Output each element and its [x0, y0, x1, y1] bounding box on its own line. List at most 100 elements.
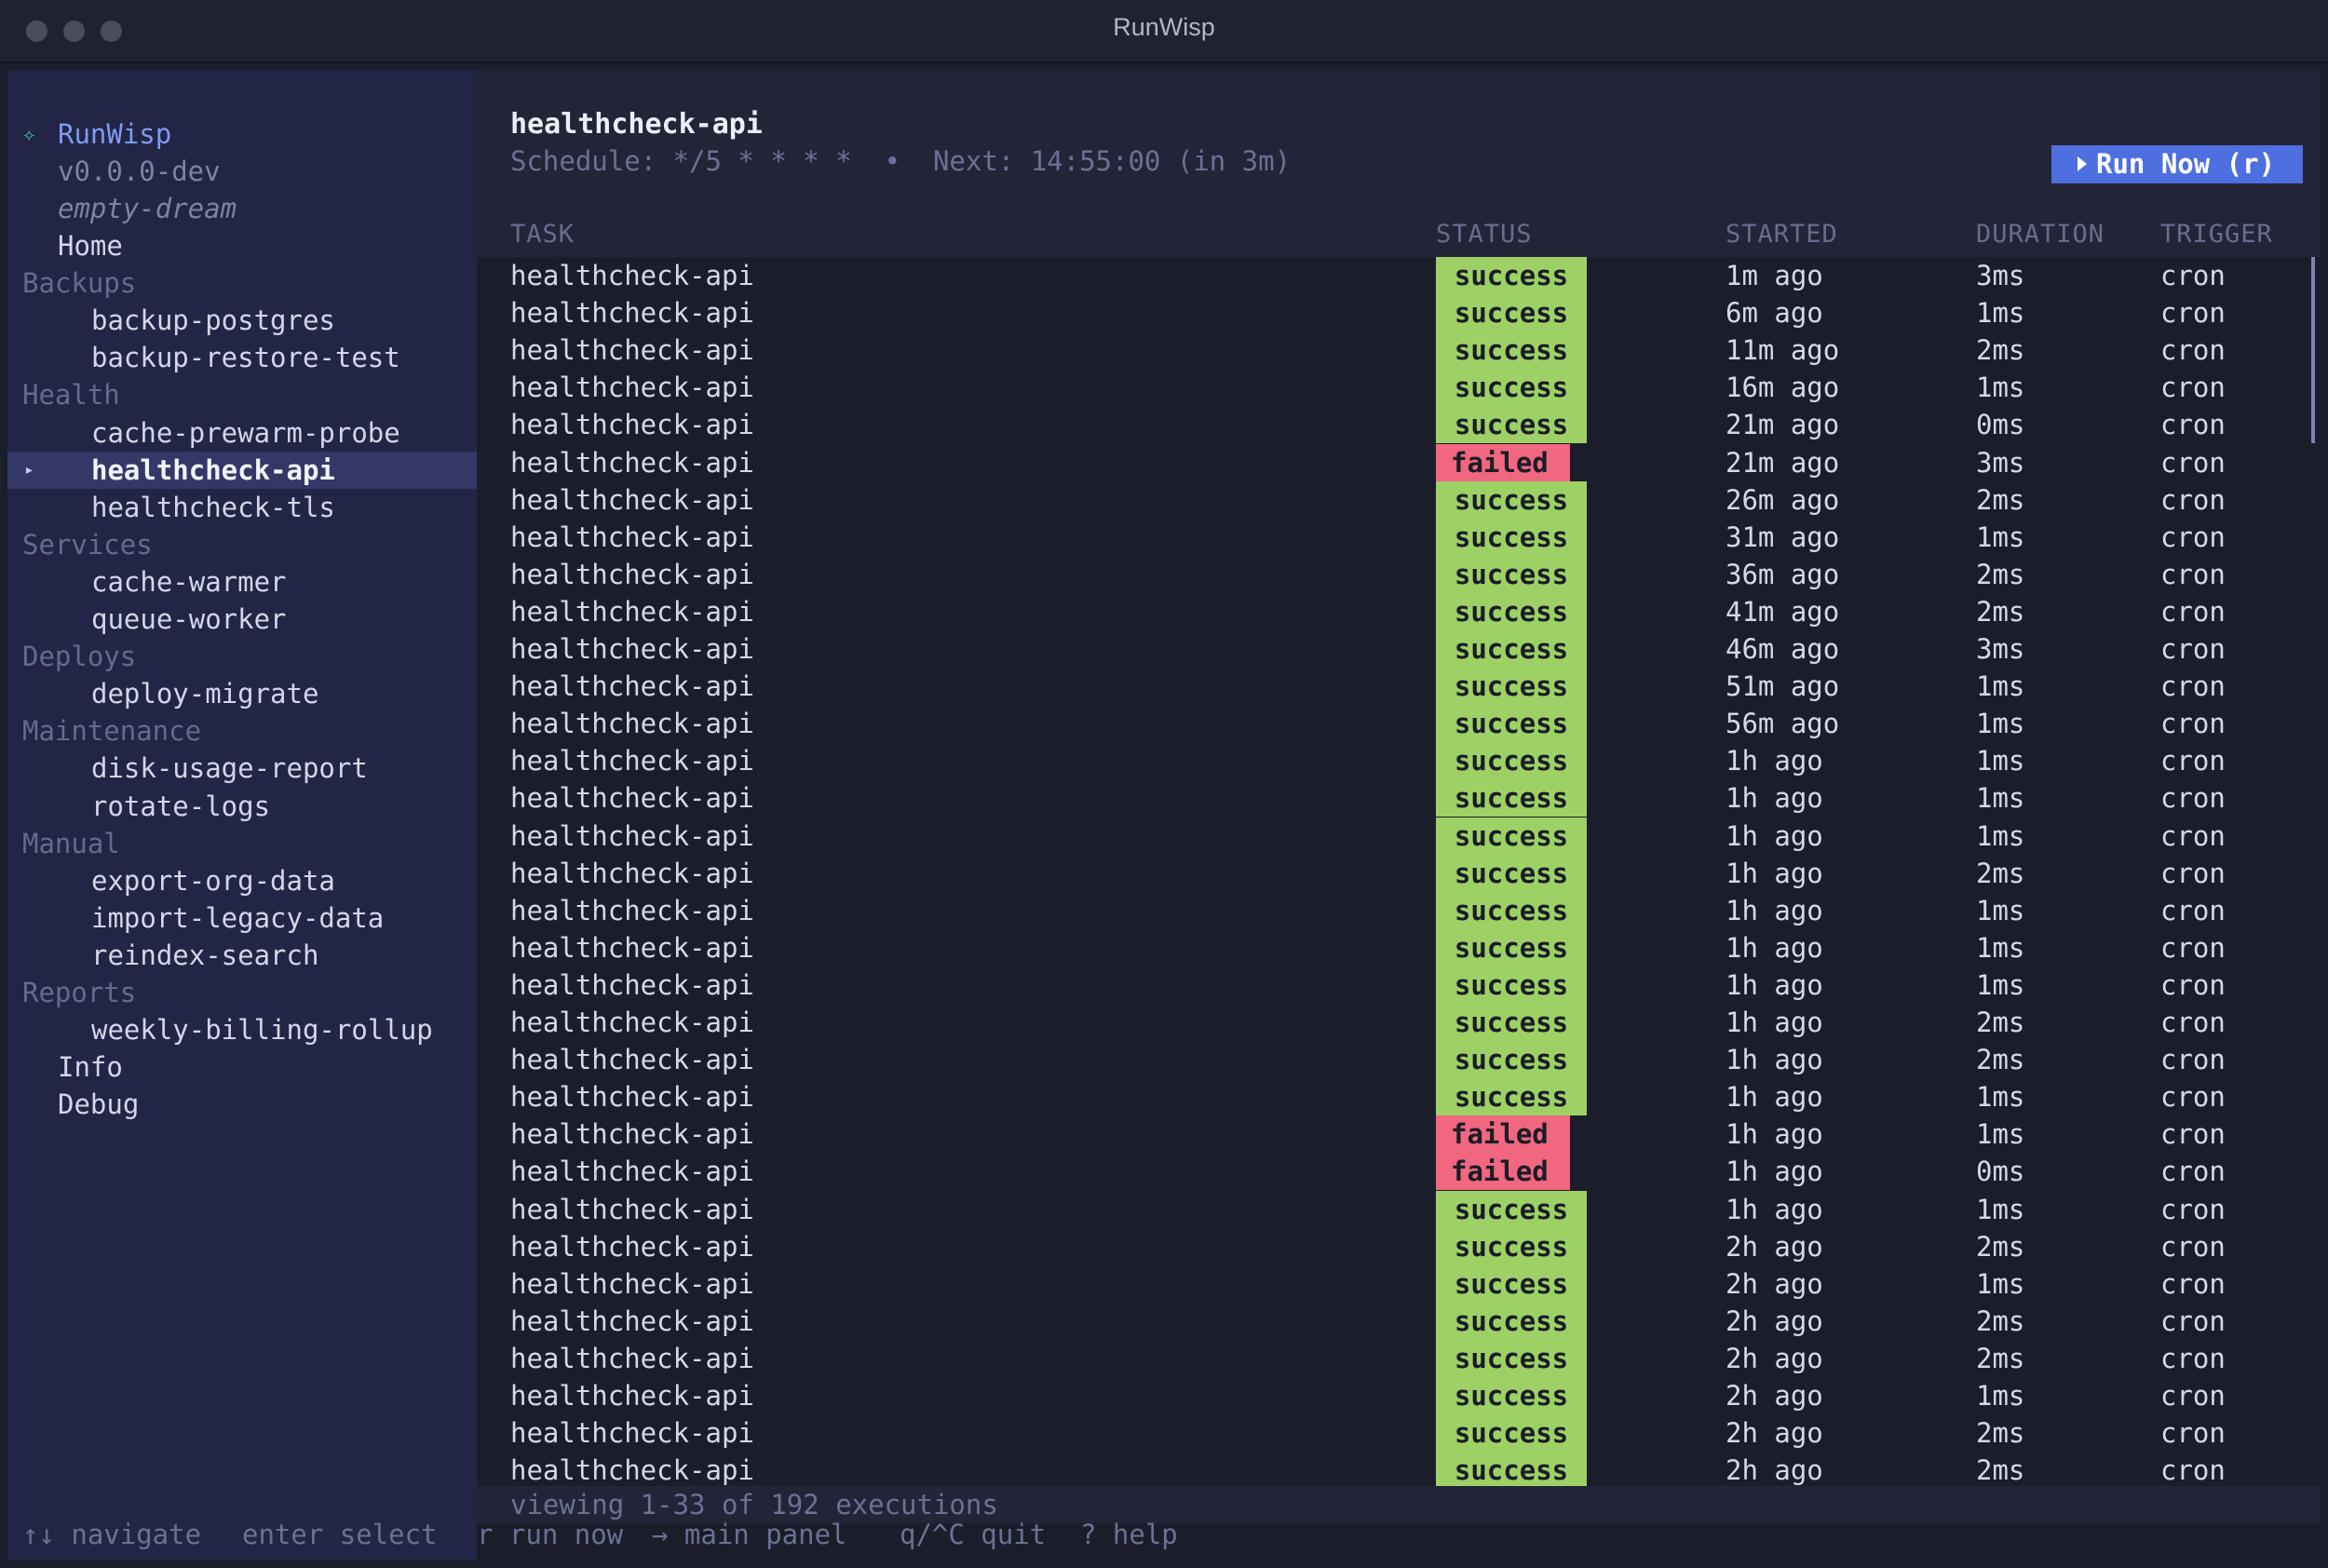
table-row[interactable]: healthcheck-api success 36m ago 2ms cron — [477, 556, 2321, 593]
task-cell: healthcheck-api — [510, 484, 754, 516]
started-cell: 1h ago — [1726, 1007, 1823, 1038]
duration-cell: 1ms — [1976, 782, 2025, 814]
sidebar-item-healthcheck-api[interactable]: ▸ healthcheck-api — [7, 452, 477, 489]
trigger-cell: cron — [2160, 559, 2226, 590]
table-row[interactable]: healthcheck-api success 1h ago 1ms cron — [477, 929, 2321, 966]
table-row[interactable]: healthcheck-api success 56m ago 1ms cron — [477, 705, 2321, 742]
table-row[interactable]: healthcheck-api success 21m ago 0ms cron — [477, 406, 2321, 443]
started-cell: 51m ago — [1726, 670, 1840, 702]
duration-cell: 1ms — [1976, 1380, 2025, 1412]
sidebar-item-cache-prewarm-probe[interactable]: cache-prewarm-probe — [7, 414, 477, 452]
table-row[interactable]: healthcheck-api success 1m ago 3ms cron — [477, 257, 2321, 294]
table-row[interactable]: healthcheck-api success 1h ago 1ms cron — [477, 779, 2321, 817]
duration-cell: 2ms — [1976, 1044, 2025, 1075]
table-row[interactable]: healthcheck-api success 31m ago 1ms cron — [477, 519, 2321, 556]
trigger-cell: cron — [2160, 1305, 2226, 1337]
table-row[interactable]: healthcheck-api success 1h ago 1ms cron — [477, 966, 2321, 1004]
sidebar-item-cache-warmer[interactable]: cache-warmer — [7, 563, 477, 601]
trigger-cell: cron — [2160, 858, 2226, 889]
table-row[interactable]: healthcheck-api success 1h ago 1ms cron — [477, 892, 2321, 929]
key-hint: r run now — [477, 1519, 624, 1550]
table-row[interactable]: healthcheck-api success 2h ago 2ms cron — [477, 1452, 2321, 1489]
status-badge: success — [1436, 779, 1587, 817]
duration-cell: 2ms — [1976, 559, 2025, 590]
table-row[interactable]: healthcheck-api success 1h ago 1ms cron — [477, 1191, 2321, 1228]
sidebar-item-export-org-data[interactable]: export-org-data — [7, 862, 477, 899]
table-row[interactable]: healthcheck-api success 11m ago 2ms cron — [477, 331, 2321, 369]
started-cell: 2h ago — [1726, 1231, 1823, 1263]
duration-cell: 1ms — [1976, 895, 2025, 926]
sidebar-label: Reports — [22, 977, 137, 1008]
sidebar-item-weekly-billing-rollup[interactable]: weekly-billing-rollup — [7, 1011, 477, 1048]
started-cell: 36m ago — [1726, 559, 1840, 590]
trigger-cell: cron — [2160, 782, 2226, 814]
table-row[interactable]: healthcheck-api success 51m ago 1ms cron — [477, 668, 2321, 705]
table-row[interactable]: healthcheck-api success 1h ago 1ms cron — [477, 818, 2321, 855]
table-row[interactable]: healthcheck-api success 2h ago 1ms cron — [477, 1377, 2321, 1414]
table-row[interactable]: healthcheck-api success 41m ago 2ms cron — [477, 593, 2321, 630]
started-cell: 1m ago — [1726, 260, 1823, 291]
task-cell: healthcheck-api — [510, 559, 754, 590]
sidebar-item-disk-usage-report[interactable]: disk-usage-report — [7, 750, 477, 787]
started-cell: 1h ago — [1726, 782, 1823, 814]
sidebar-item-import-legacy-data[interactable]: import-legacy-data — [7, 899, 477, 937]
started-cell: 11m ago — [1726, 334, 1840, 366]
trigger-cell: cron — [2160, 1417, 2226, 1449]
table-row[interactable]: healthcheck-api success 16m ago 1ms cron — [477, 369, 2321, 406]
task-cell: healthcheck-api — [510, 596, 754, 628]
task-cell: healthcheck-api — [510, 708, 754, 739]
table-row[interactable]: healthcheck-api success 1h ago 1ms cron — [477, 742, 2321, 779]
task-cell: healthcheck-api — [510, 670, 754, 702]
table-row[interactable]: healthcheck-api success 2h ago 2ms cron — [477, 1303, 2321, 1340]
status-badge: success — [1436, 294, 1587, 331]
task-cell: healthcheck-api — [510, 297, 754, 329]
trigger-cell: cron — [2160, 1044, 2226, 1075]
duration-cell: 0ms — [1976, 1156, 2025, 1187]
table-row[interactable]: healthcheck-api success 6m ago 1ms cron — [477, 294, 2321, 331]
table-row[interactable]: healthcheck-api success 2h ago 2ms cron — [477, 1340, 2321, 1377]
sidebar-item-reindex-search[interactable]: reindex-search — [7, 937, 477, 974]
table-row[interactable]: healthcheck-api success 1h ago 2ms cron — [477, 855, 2321, 892]
sidebar-item-home[interactable]: Home — [7, 227, 477, 264]
task-cell: healthcheck-api — [510, 1380, 754, 1412]
sidebar-item-queue-worker[interactable]: queue-worker — [7, 601, 477, 638]
trigger-cell: cron — [2160, 1380, 2226, 1412]
trigger-cell: cron — [2160, 334, 2226, 366]
status-badge: failed — [1436, 444, 1570, 481]
key-hint: ↑↓ navigate — [22, 1519, 202, 1550]
duration-cell: 3ms — [1976, 633, 2025, 665]
table-row[interactable]: healthcheck-api success 1h ago 1ms cron — [477, 1078, 2321, 1115]
table-row[interactable]: healthcheck-api success 26m ago 2ms cron — [477, 481, 2321, 519]
table-row[interactable]: healthcheck-api success 2h ago 1ms cron — [477, 1265, 2321, 1303]
duration-cell: 2ms — [1976, 484, 2025, 516]
table-scrollbar[interactable] — [2311, 257, 2315, 443]
table-row[interactable]: healthcheck-api success 46m ago 3ms cron — [477, 630, 2321, 668]
sidebar-item-debug[interactable]: Debug — [7, 1086, 477, 1123]
run-now-button[interactable]: Run Now (r) — [2051, 145, 2303, 183]
sidebar-item-info[interactable]: Info — [7, 1048, 477, 1086]
trigger-cell: cron — [2160, 1454, 2226, 1486]
table-row[interactable]: healthcheck-api success 2h ago 2ms cron — [477, 1414, 2321, 1452]
status-badge: success — [1436, 1228, 1587, 1265]
task-cell: healthcheck-api — [510, 447, 754, 479]
sidebar-item-backup-restore-test[interactable]: backup-restore-test — [7, 339, 477, 376]
sidebar-item-deploy-migrate[interactable]: deploy-migrate — [7, 675, 477, 712]
table-row[interactable]: healthcheck-api failed 21m ago 3ms cron — [477, 444, 2321, 481]
table-row[interactable]: healthcheck-api success 2h ago 2ms cron — [477, 1228, 2321, 1265]
started-cell: 31m ago — [1726, 521, 1840, 553]
status-badge: success — [1436, 519, 1587, 556]
table-row[interactable]: healthcheck-api failed 1h ago 1ms cron — [477, 1115, 2321, 1153]
instance-row: empty-dream — [7, 190, 477, 227]
status-badge: success — [1436, 1414, 1587, 1452]
task-cell: healthcheck-api — [510, 372, 754, 403]
duration-cell: 1ms — [1976, 1194, 2025, 1225]
sidebar-label: rotate-logs — [91, 791, 271, 822]
sidebar-item-backup-postgres[interactable]: backup-postgres — [7, 302, 477, 339]
sidebar-item-rotate-logs[interactable]: rotate-logs — [7, 788, 477, 825]
trigger-cell: cron — [2160, 745, 2226, 777]
sidebar-item-healthcheck-tls[interactable]: healthcheck-tls — [7, 489, 477, 526]
table-row[interactable]: healthcheck-api success 1h ago 2ms cron — [477, 1041, 2321, 1078]
status-badge: success — [1436, 1303, 1587, 1340]
table-row[interactable]: healthcheck-api success 1h ago 2ms cron — [477, 1004, 2321, 1041]
table-row[interactable]: healthcheck-api failed 1h ago 0ms cron — [477, 1153, 2321, 1190]
